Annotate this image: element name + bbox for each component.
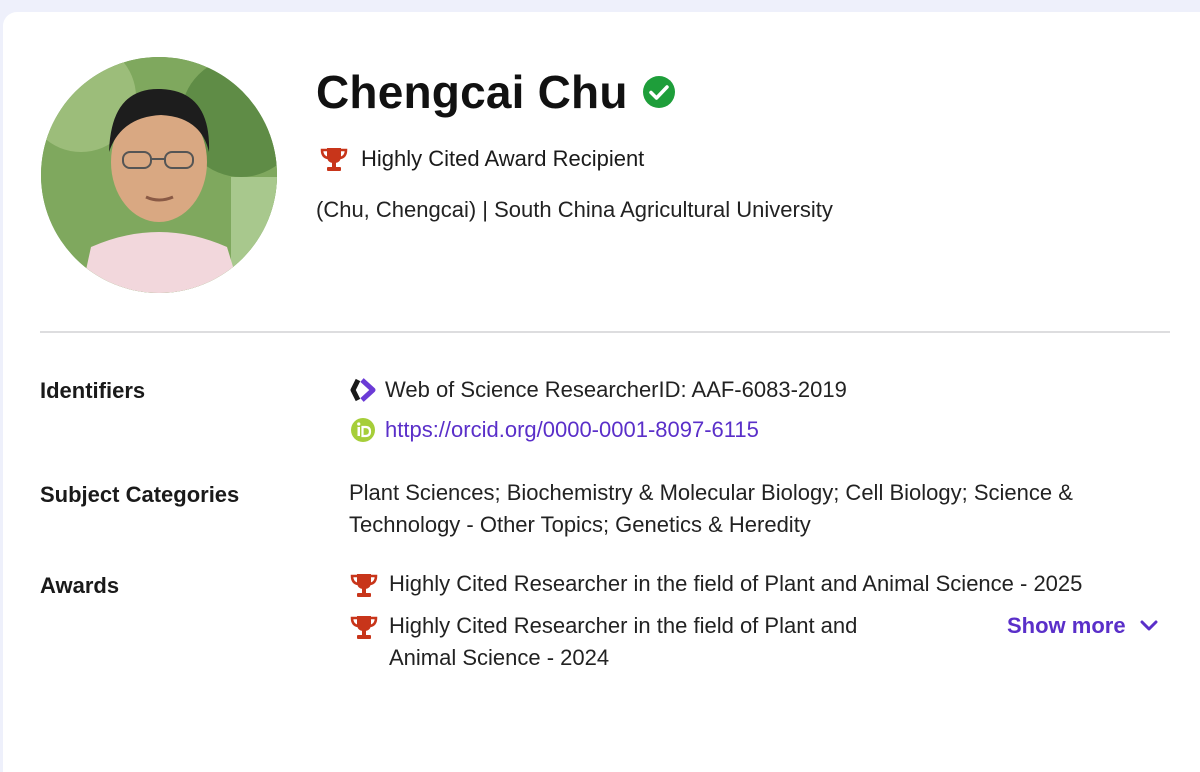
affiliation: (Chu, Chengcai) | South China Agricultur…	[316, 197, 833, 222]
subject-categories-line: Technology - Other Topics; Genetics & He…	[349, 512, 811, 537]
identifiers-list: Web of Science ResearcherID: AAF-6083-20…	[349, 370, 847, 450]
award-recipient-badge: Highly Cited Award Recipient	[319, 144, 644, 174]
awards-label: Awards	[40, 573, 120, 598]
researcher-name: Chengcai Chu	[316, 66, 628, 118]
orcid-link[interactable]: https://orcid.org/0000-0001-8097-6115	[385, 414, 759, 446]
subject-categories-label: Subject Categories	[40, 482, 240, 507]
name-row: Chengcai Chu	[316, 62, 676, 122]
subject-categories-line: Plant Sciences; Biochemistry & Molecular…	[349, 480, 1073, 505]
verified-check-icon	[642, 76, 675, 108]
identifiers-label: Identifiers	[40, 378, 146, 403]
award-text: Highly Cited Researcher in the field of …	[389, 571, 1083, 596]
award-recipient-text: Highly Cited Award Recipient	[361, 146, 645, 171]
show-more-button[interactable]: Show more	[1007, 613, 1158, 639]
show-more-label: Show more	[1007, 613, 1126, 638]
web-of-science-icon	[350, 378, 376, 402]
trophy-icon	[350, 616, 378, 639]
trophy-icon	[320, 148, 348, 171]
award-text: Highly Cited Researcher in the field of …	[389, 613, 858, 670]
profile-card: Chengcai Chu Highly Cited Award Recipien…	[3, 12, 1200, 772]
subject-categories-value: Plant Sciences; Biochemistry & Molecular…	[349, 477, 1073, 541]
trophy-icon	[350, 574, 378, 597]
profile-photo	[41, 57, 277, 293]
orcid-icon	[351, 418, 375, 442]
researcher-id-row: Web of Science ResearcherID: AAF-6083-20…	[349, 370, 847, 410]
divider	[40, 331, 1170, 333]
chevron-down-icon	[1140, 620, 1158, 631]
orcid-row: https://orcid.org/0000-0001-8097-6115	[349, 410, 847, 450]
award-item: Highly Cited Researcher in the field of …	[349, 568, 1169, 600]
researcher-id-text: Web of Science ResearcherID: AAF-6083-20…	[385, 377, 847, 402]
